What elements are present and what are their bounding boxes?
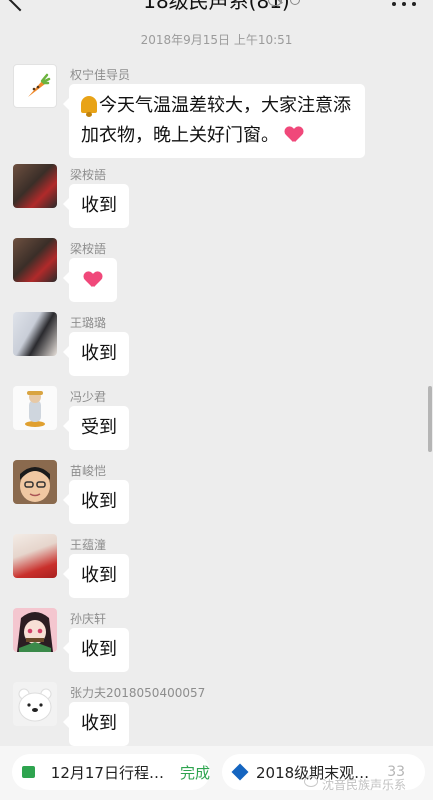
watermark: 沈音民族声乐系	[322, 778, 407, 792]
message-text: 收到	[81, 195, 117, 216]
avatar[interactable]	[13, 534, 57, 578]
top-bar: 18级民声系(81)	[0, 0, 433, 22]
message-bubble[interactable]	[63, 258, 117, 302]
message-text: 今天气温温差较大，大家注意添	[99, 95, 351, 116]
face-icon	[13, 460, 57, 504]
message-bubble[interactable]: 收到	[63, 554, 129, 598]
message-bubble[interactable]: 收到	[63, 480, 129, 524]
avatar[interactable]	[13, 238, 57, 282]
sender-name: 张力夫2018050400057	[70, 686, 206, 700]
anime-avatar-icon	[17, 612, 53, 652]
avatar[interactable]	[13, 386, 57, 430]
sender-name: 冯少君	[70, 390, 107, 404]
scrollbar[interactable]	[428, 386, 432, 452]
more-icon[interactable]	[392, 0, 416, 8]
chat-title: 18级民声系(81)	[143, 0, 290, 13]
message-text: 收到	[81, 343, 117, 364]
avatar[interactable]	[13, 64, 57, 108]
heart-icon	[84, 272, 102, 288]
figurine-icon	[25, 391, 45, 427]
message-text: 收到	[81, 565, 117, 586]
sender-name: 梁桉語	[70, 168, 107, 182]
task-icon	[22, 766, 35, 778]
bell-icon	[81, 96, 97, 117]
bear-icon	[18, 688, 52, 722]
sender-name: 孙庆轩	[70, 612, 107, 626]
todo-status: 完成	[179, 763, 210, 782]
avatar[interactable]	[13, 164, 57, 208]
sender-name: 王璐璐	[70, 316, 107, 330]
avatar[interactable]	[13, 608, 57, 652]
avatar[interactable]	[13, 460, 57, 504]
todo-pill[interactable]: 12月17日行程… 完成	[12, 754, 210, 790]
avatar[interactable]	[13, 312, 57, 356]
sender-name: 梁桉語	[70, 242, 107, 256]
message-bubble[interactable]: 收到	[63, 332, 129, 376]
message-bubble[interactable]: 收到	[63, 628, 129, 672]
message-bubble[interactable]: 收到	[63, 184, 129, 228]
doc-icon	[231, 763, 249, 781]
carrot-icon	[28, 73, 51, 97]
message-text: 收到	[81, 713, 117, 734]
message-bubble[interactable]: 今天气温温差较大，大家注意添 加衣物，晚上关好门窗。	[63, 84, 365, 158]
message-text: 受到	[81, 417, 117, 438]
message-text: 加衣物，晚上关好门窗。	[81, 125, 279, 146]
message-text: 收到	[81, 639, 117, 660]
message-timestamp: 2018年9月15日 上午10:51	[140, 33, 293, 47]
message-text: 收到	[81, 491, 117, 512]
message-bubble[interactable]: 收到	[63, 702, 129, 746]
message-bubble[interactable]: 受到	[63, 406, 129, 450]
sender-name: 苗峻恺	[70, 464, 107, 478]
heart-icon	[285, 127, 303, 143]
todo-label: 12月17日行程…	[50, 763, 164, 782]
watermark-icon	[304, 776, 318, 787]
sender-name: 王蕴潼	[70, 538, 107, 552]
avatar[interactable]	[13, 682, 57, 726]
sender-name: 权宁佳导员	[70, 68, 131, 82]
